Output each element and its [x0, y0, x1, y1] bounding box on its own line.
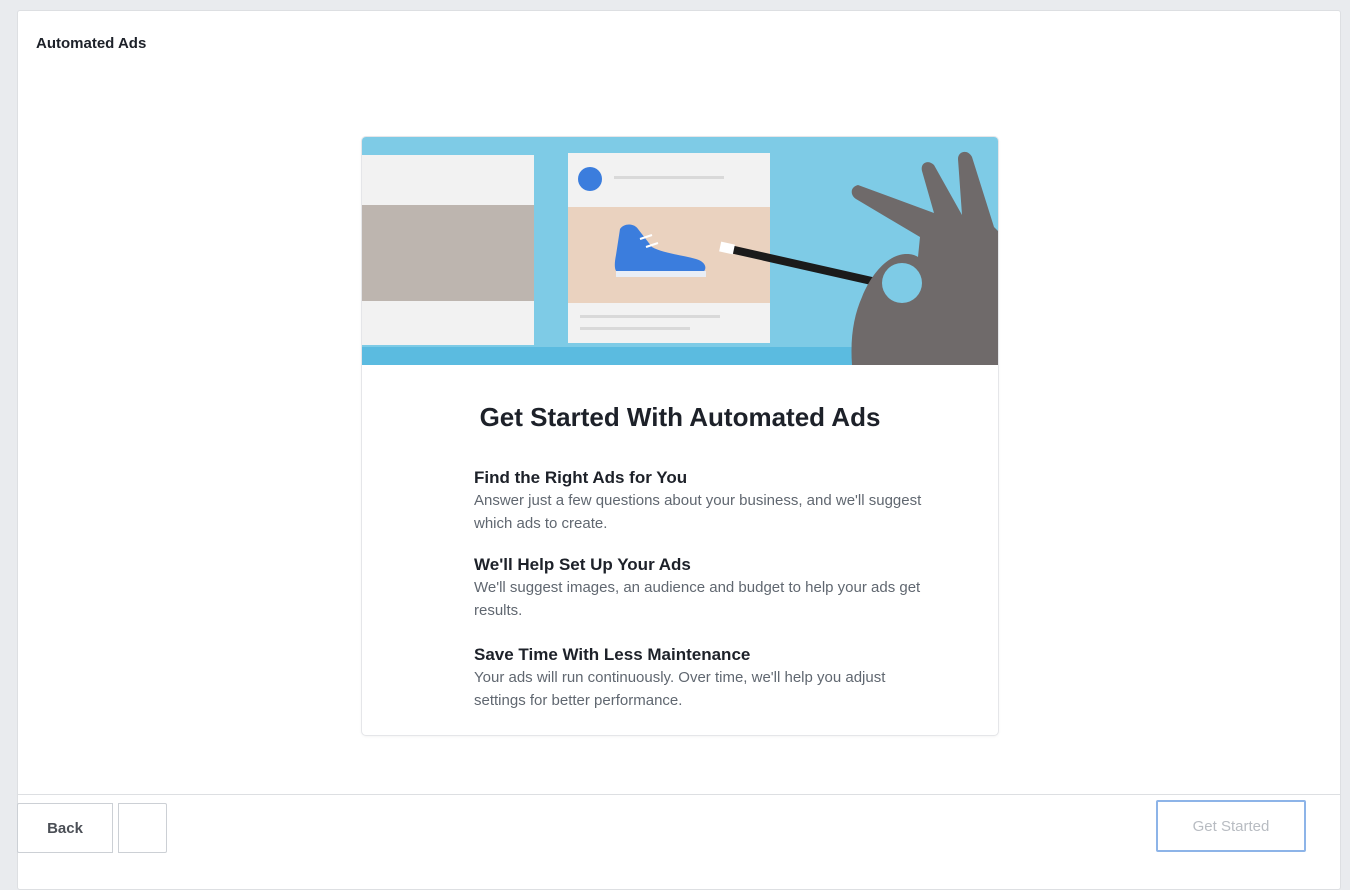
feature-title: Find the Right Ads for You [474, 468, 688, 487]
feature-title: We'll Help Set Up Your Ads [474, 555, 691, 574]
card-heading: Get Started With Automated Ads [479, 402, 881, 432]
back-button[interactable]: Back [17, 803, 113, 853]
footer-divider [18, 794, 1340, 795]
feature-save-time: Save Time With Less Maintenance Your ads… [474, 644, 934, 712]
feature-description: Your ads will run continuously. Over tim… [474, 669, 886, 709]
get-started-button[interactable]: Get Started [1156, 800, 1306, 852]
panel-title: Automated Ads [36, 35, 147, 52]
hero-illustration [362, 137, 998, 365]
intro-card: Get Started With Automated Ads Find the … [362, 137, 998, 735]
automated-ads-panel: Automated Ads Get Started With Automated… [17, 10, 1341, 890]
feature-description: We'll suggest images, an audience and bu… [474, 579, 921, 619]
feature-find-ads: Find the Right Ads for You Answer just a… [474, 467, 934, 535]
left-ad-card [362, 155, 534, 345]
feature-title: Save Time With Less Maintenance [474, 645, 751, 664]
feature-setup-ads: We'll Help Set Up Your Ads We'll suggest… [474, 554, 934, 622]
secondary-button[interactable] [118, 803, 167, 853]
feature-description: Answer just a few questions about your b… [474, 492, 922, 532]
